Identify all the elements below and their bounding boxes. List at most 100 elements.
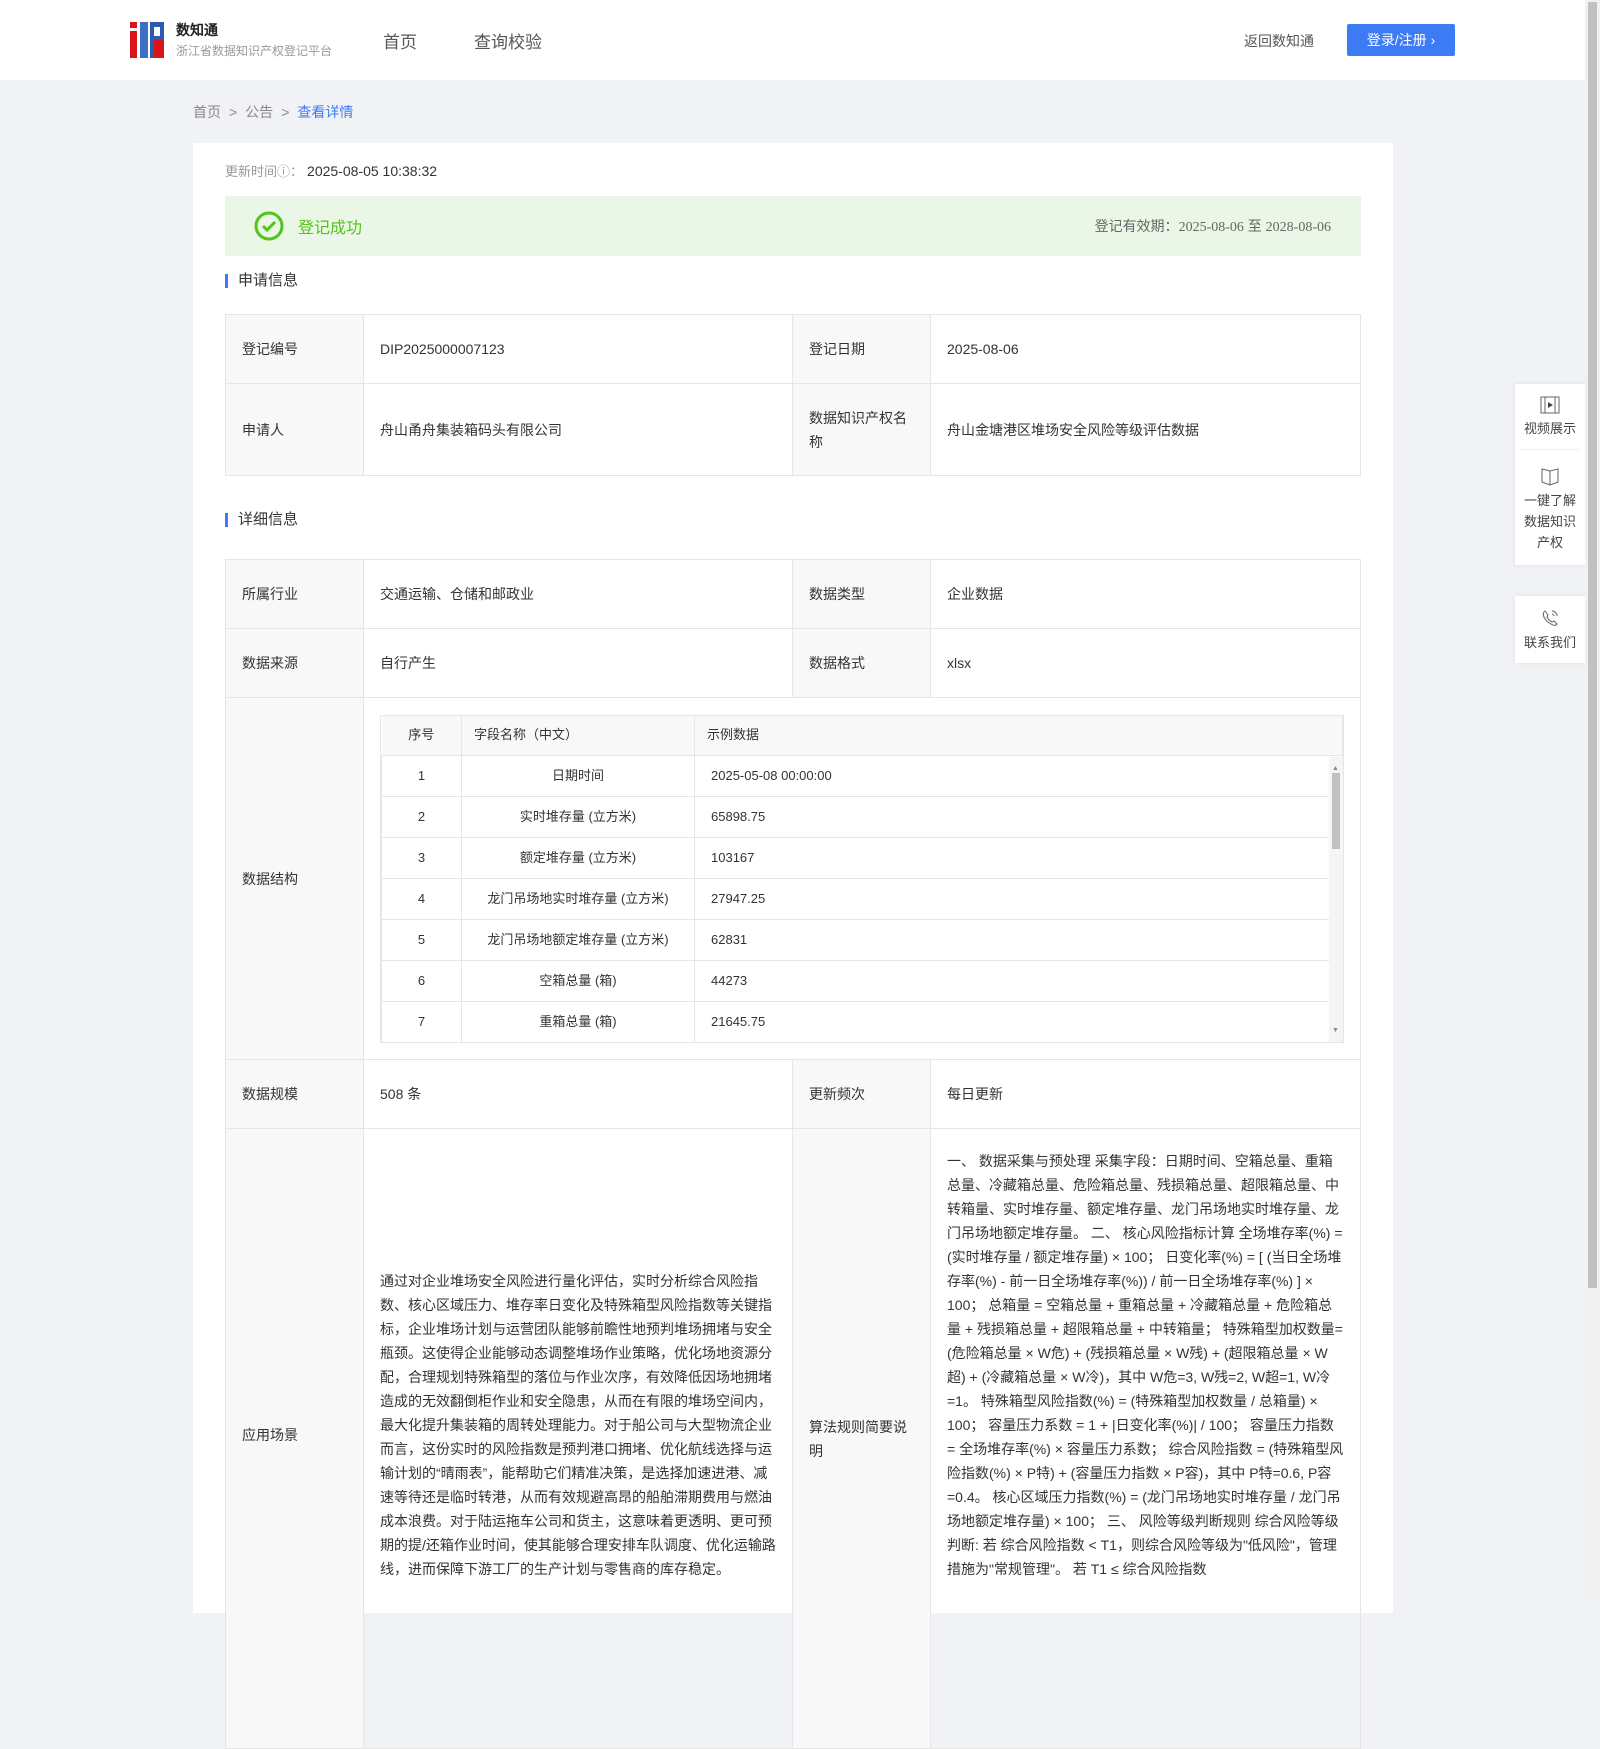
label-type: 数据类型 (792, 559, 931, 629)
value-source: 自行产生 (363, 628, 793, 698)
status-banner: 登记成功 登记有效期：2025-08-06 至 2028-08-06 (225, 196, 1361, 256)
detail-card: 更新时间ⓘ： 2025-08-05 10:38:32 登记成功 登记有效期：202… (193, 143, 1393, 1749)
nav-home[interactable]: 首页 (383, 28, 417, 53)
valid-from: 2025-08-06 (1178, 220, 1244, 235)
row-sample: 62831 (694, 919, 1343, 961)
structure-row: 7 重箱总量 (箱) 21645.75 (381, 1001, 1343, 1042)
value-applicant: 舟山甬舟集装箱码头有限公司 (363, 383, 793, 476)
label-structure: 数据结构 (225, 697, 364, 1060)
row-index: 2 (381, 796, 462, 838)
value-scene: 通过对企业堆场安全风险进行量化评估，实时分析综合风险指数、核心区域压力、堆存率日… (363, 1128, 793, 1749)
video-button[interactable]: 视频展示 (1521, 384, 1579, 450)
login-button[interactable]: 登录/注册 › (1347, 24, 1455, 56)
value-freq: 每日更新 (930, 1059, 1361, 1129)
label-source: 数据来源 (225, 628, 364, 698)
row-field: 空箱总量 (箱) (461, 960, 695, 1002)
structure-table: 序号 字段名称（中文） 示例数据 1 日期时间 2025-05-08 00:00:00 2… (380, 714, 1344, 1043)
value-format: xlsx (930, 628, 1361, 698)
section-detail-title: 详细信息 (225, 512, 298, 527)
value-industry: 交通运输、仓储和邮政业 (363, 559, 793, 629)
row-field: 日期时间 (461, 755, 695, 797)
check-circle-icon (254, 211, 284, 241)
row-index: 6 (381, 960, 462, 1002)
value-type: 企业数据 (930, 559, 1361, 629)
structure-row: 6 空箱总量 (箱) 44273 (381, 960, 1343, 1002)
valid-period: 登记有效期：2025-08-06 至 2028-08-06 (1095, 216, 1331, 236)
row-sample: 103167 (694, 837, 1343, 879)
video-label: 视频展示 (1523, 421, 1576, 436)
logo-icon (130, 22, 164, 58)
detail-table: 所属行业 交通运输、仓储和邮政业 数据类型 企业数据 数据来源 自行产生 数据格式 xlsx… (225, 559, 1361, 1749)
label-scene: 应用场景 (225, 1128, 364, 1749)
label-ip-name: 数据知识产权名称 (792, 383, 931, 476)
row-field: 龙门吊场地实时堆存量 (立方米) (461, 878, 695, 920)
brand-subtitle: 浙江省数据知识产权登记平台 (176, 44, 333, 58)
top-header: 数知通 浙江省数据知识产权登记平台 首页 查询校验 返回数知通 登录/注册 › (0, 0, 1585, 80)
row-sample: 2025-05-08 00:00:00 (694, 755, 1343, 797)
row-sample: 27947.25 (694, 878, 1343, 920)
back-link[interactable]: 返回数知通 (1244, 31, 1314, 51)
label-algo: 算法规则简要说明 (792, 1128, 931, 1749)
label-industry: 所属行业 (225, 559, 364, 629)
valid-sep: 至 (1247, 218, 1262, 234)
structure-row: 5 龙门吊场地额定堆存量 (立方米) 62831 (381, 919, 1343, 961)
row-field: 龙门吊场地额定堆存量 (立方米) (461, 919, 695, 961)
row-index: 3 (381, 837, 462, 879)
contact-label: 联系我们 (1523, 635, 1576, 650)
page-scroll-thumb[interactable] (1588, 2, 1597, 1288)
structure-cell: 序号 字段名称（中文） 示例数据 1 日期时间 2025-05-08 00:00:00 2… (363, 697, 1361, 1060)
structure-row: 2 实时堆存量 (立方米) 65898.75 (381, 796, 1343, 838)
row-field: 实时堆存量 (立方米) (461, 796, 695, 838)
phone-icon (1542, 610, 1558, 626)
brand-name: 数知通 (176, 22, 218, 38)
value-algo: 一、 数据采集与预处理 采集字段：日期时间、空箱总量、重箱总量、冷藏箱总量、危险… (930, 1128, 1361, 1749)
row-field: 重箱总量 (箱) (461, 1001, 695, 1042)
col-field: 字段名称（中文） (461, 715, 695, 756)
row-index: 4 (381, 878, 462, 920)
valid-to: 2028-08-06 (1265, 220, 1331, 235)
learn-button[interactable]: 一键了解数据知识产权 (1515, 450, 1585, 565)
learn-label: 一键了解数据知识产权 (1523, 493, 1576, 550)
apply-table: 登记编号 DIP2025000007123 登记日期 2025-08-06 申请人 舟山… (225, 314, 1361, 476)
page-scrollbar[interactable] (1585, 0, 1600, 1600)
label-reg-no: 登记编号 (225, 314, 364, 384)
side-panel: 视频展示 一键了解数据知识产权 (1515, 384, 1585, 565)
label-scale: 数据规模 (225, 1059, 364, 1129)
section-apply-title: 申请信息 (225, 273, 298, 288)
value-reg-no: DIP2025000007123 (363, 314, 793, 384)
update-time: 更新时间ⓘ： 2025-08-05 10:38:32 (225, 161, 437, 180)
status-text: 登记成功 (298, 220, 363, 237)
update-value: 2025-08-05 10:38:32 (307, 163, 438, 179)
nav-query[interactable]: 查询校验 (474, 28, 542, 53)
contact-panel: 联系我们 (1515, 596, 1585, 663)
structure-scrollbar[interactable]: ▲ ▼ (1329, 756, 1343, 1042)
breadcrumb: 首页 > 公告 > 查看详情 (193, 104, 354, 120)
label-applicant: 申请人 (225, 383, 364, 476)
row-sample: 21645.75 (694, 1001, 1343, 1042)
scroll-down-icon[interactable]: ▼ (1332, 1019, 1339, 1042)
label-freq: 更新频次 (792, 1059, 931, 1129)
crumb-home[interactable]: 首页 (193, 104, 221, 120)
structure-row: 4 龙门吊场地实时堆存量 (立方米) 27947.25 (381, 878, 1343, 920)
help-icon: ⓘ： (277, 164, 304, 179)
col-index: 序号 (381, 715, 462, 756)
chevron-right-icon: › (1430, 32, 1436, 48)
row-sample: 65898.75 (694, 796, 1343, 838)
update-label: 更新时间 (225, 164, 278, 179)
structure-row: 3 额定堆存量 (立方米) 103167 (381, 837, 1343, 879)
row-index: 5 (381, 919, 462, 961)
row-sample: 44273 (694, 960, 1343, 1002)
value-reg-date: 2025-08-06 (930, 314, 1361, 384)
value-scale: 508 条 (363, 1059, 793, 1129)
book-icon (1541, 468, 1559, 486)
login-label: 登录/注册 (1366, 32, 1427, 48)
contact-button[interactable]: 联系我们 (1515, 596, 1585, 663)
label-format: 数据格式 (792, 628, 931, 698)
row-index: 1 (381, 755, 462, 797)
value-ip-name: 舟山金塘港区堆场安全风险等级评估数据 (930, 383, 1361, 476)
crumb-current: 查看详情 (297, 104, 354, 120)
row-field: 额定堆存量 (立方米) (461, 837, 695, 879)
crumb-notice[interactable]: 公告 (245, 104, 273, 120)
scroll-thumb[interactable] (1332, 772, 1340, 849)
label-reg-date: 登记日期 (792, 314, 931, 384)
